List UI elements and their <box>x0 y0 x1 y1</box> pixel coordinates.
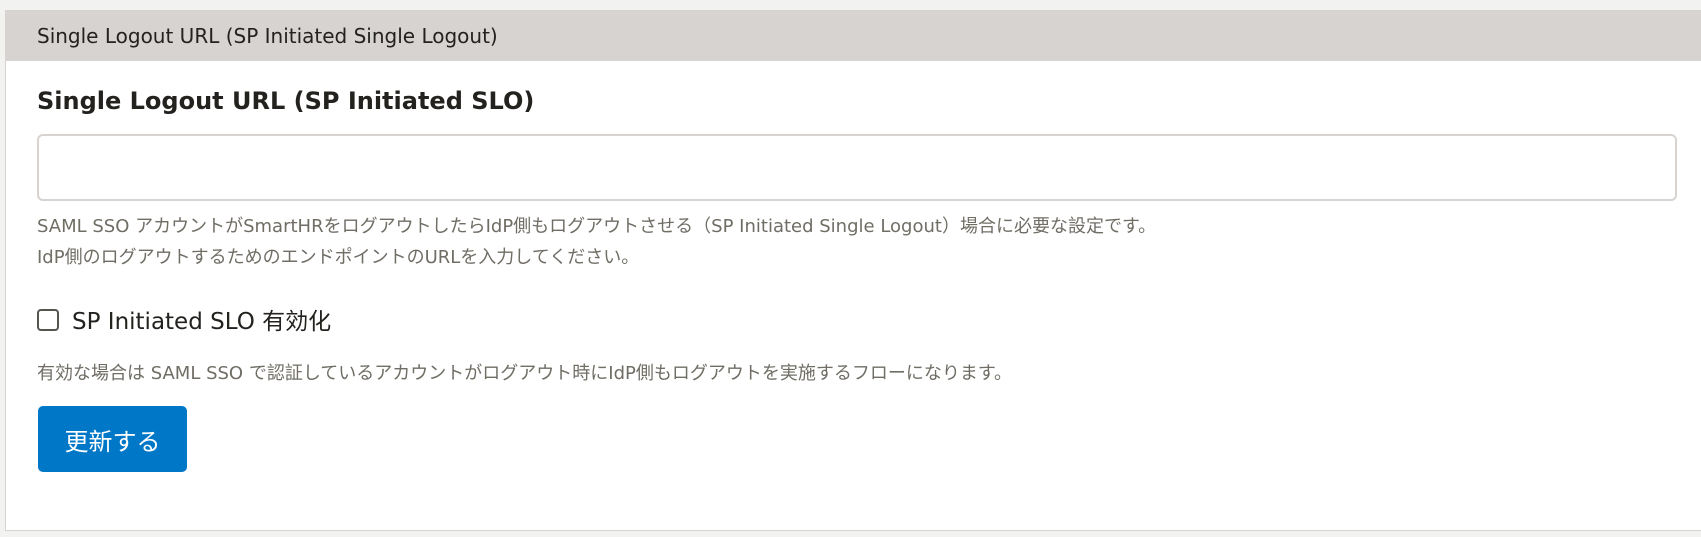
slo-url-help: SAML SSO アカウントがSmartHRをログアウトしたらIdP側もログアウ… <box>37 211 1156 273</box>
sp-initiated-slo-description: 有効な場合は SAML SSO で認証しているアカウントがログアウト時にIdP側… <box>37 363 1013 384</box>
help-line-2: IdP側のログアウトするためのエンドポイントのURLを入力してください。 <box>37 247 640 268</box>
sp-initiated-slo-label[interactable]: SP Initiated SLO 有効化 <box>72 302 331 336</box>
panel-title: Single Logout URL (SP Initiated Single L… <box>37 24 498 48</box>
update-button[interactable]: 更新する <box>38 406 187 472</box>
slo-url-input[interactable] <box>37 134 1677 201</box>
slo-settings-panel: Single Logout URL (SP Initiated Single L… <box>5 10 1701 531</box>
sp-initiated-slo-checkbox[interactable] <box>37 309 59 331</box>
panel-header: Single Logout URL (SP Initiated Single L… <box>6 11 1701 61</box>
sp-initiated-slo-toggle[interactable]: SP Initiated SLO 有効化 <box>37 302 331 336</box>
slo-url-label: Single Logout URL (SP Initiated SLO) <box>37 87 535 115</box>
help-line-1: SAML SSO アカウントがSmartHRをログアウトしたらIdP側もログアウ… <box>37 216 1157 237</box>
